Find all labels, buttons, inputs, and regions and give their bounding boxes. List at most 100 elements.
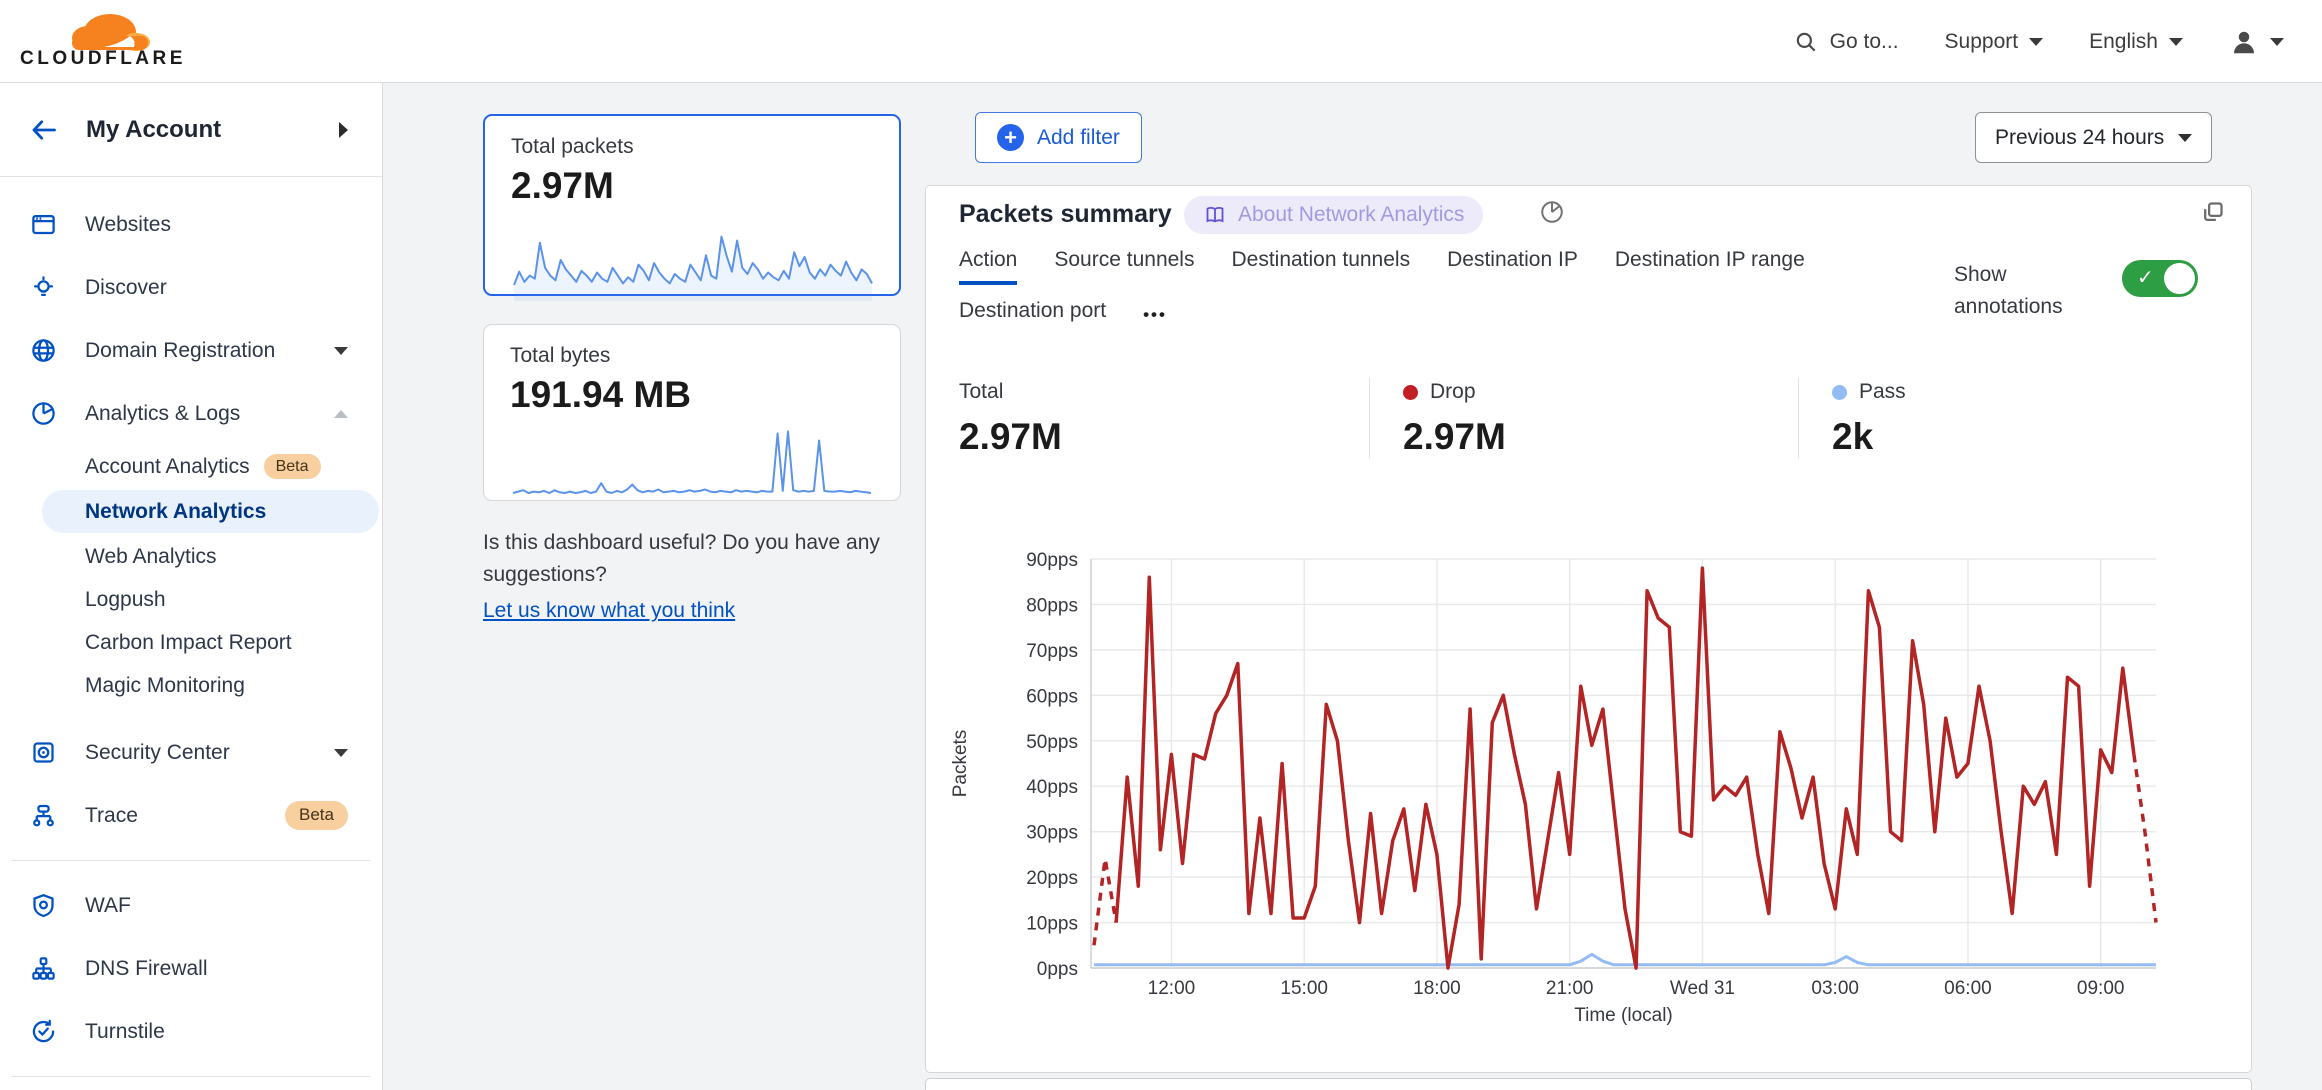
refresh-check-icon [30, 1018, 57, 1045]
panel-title: Packets summary [959, 200, 1172, 229]
beta-badge: Beta [285, 801, 348, 829]
svg-text:Wed 31: Wed 31 [1670, 978, 1735, 999]
sidebar-item-label: Analytics & Logs [85, 402, 334, 426]
tab-source-tunnels[interactable]: Source tunnels [1054, 248, 1194, 285]
expand-view-icon[interactable] [2199, 199, 2226, 226]
stat-label: Drop [1430, 380, 1476, 404]
feedback-question: Is this dashboard useful? Do you have an… [483, 531, 880, 586]
total-packets-card[interactable]: Total packets 2.97M [483, 114, 901, 296]
sidebar-item-websites[interactable]: Websites [0, 193, 382, 256]
card-label: Total packets [511, 135, 873, 159]
sidebar-item-security-center[interactable]: Security Center [0, 721, 382, 784]
stat-value: 2k [1832, 416, 2231, 458]
chevron-down-icon [2270, 38, 2284, 46]
chevron-right-icon[interactable] [339, 122, 348, 138]
svg-text:21:00: 21:00 [1546, 978, 1594, 999]
svg-text:15:00: 15:00 [1280, 978, 1328, 999]
add-filter-button[interactable]: + Add filter [975, 112, 1142, 163]
tab-destination-port[interactable]: Destination port [959, 299, 1106, 336]
sidebar-nav: Websites Discover Domain Registration [0, 177, 382, 1077]
time-range-dropdown[interactable]: Previous 24 hours [1975, 112, 2212, 163]
cloudflare-wordmark: CLOUDFLARE [18, 48, 188, 70]
svg-text:Packets: Packets [950, 730, 971, 798]
feedback-link[interactable]: Let us know what you think [483, 595, 735, 627]
tab-destination-tunnels[interactable]: Destination tunnels [1231, 248, 1410, 285]
support-menu[interactable]: Support [1945, 30, 2044, 54]
user-menu[interactable] [2229, 27, 2284, 57]
svg-text:09:00: 09:00 [2077, 978, 2125, 999]
card-label: Total bytes [510, 344, 874, 368]
sidebar-subitem-web-analytics[interactable]: Web Analytics [0, 535, 382, 578]
svg-text:30pps: 30pps [1026, 823, 1078, 844]
svg-text:10pps: 10pps [1026, 914, 1078, 935]
language-menu[interactable]: English [2089, 30, 2183, 54]
sidebar-item-label: Account Analytics [85, 455, 250, 479]
go-to-search[interactable]: Go to... [1793, 29, 1899, 55]
check-icon: ✓ [2137, 265, 2154, 290]
pass-legend-dot [1832, 385, 1847, 400]
support-label: Support [1945, 30, 2019, 54]
about-badge-label: About Network Analytics [1238, 203, 1464, 227]
sidebar-divider [12, 860, 370, 861]
sidebar-subitem-carbon-impact-report[interactable]: Carbon Impact Report [0, 621, 382, 664]
svg-text:18:00: 18:00 [1413, 978, 1461, 999]
pie-chart-icon[interactable] [1539, 199, 1565, 225]
sidebar-item-analytics-logs[interactable]: Analytics & Logs [0, 382, 382, 445]
svg-text:06:00: 06:00 [1944, 978, 1992, 999]
globe-icon [30, 337, 57, 364]
navbar-menu: Go to... Support English [1793, 0, 2284, 83]
chevron-up-icon [334, 410, 348, 418]
sidebar-item-discover[interactable]: Discover [0, 256, 382, 319]
sidebar-item-trace[interactable]: Trace Beta [0, 784, 382, 847]
chevron-down-icon [2029, 38, 2043, 46]
svg-text:60pps: 60pps [1026, 686, 1078, 707]
tab-action[interactable]: Action [959, 248, 1017, 285]
svg-text:70pps: 70pps [1026, 641, 1078, 662]
back-arrow-icon[interactable] [28, 116, 60, 144]
total-bytes-card[interactable]: Total bytes 191.94 MB [483, 324, 901, 501]
sidebar-subitem-network-analytics[interactable]: Network Analytics [42, 490, 379, 533]
tabs-more-button[interactable]: ••• [1143, 305, 1167, 331]
sidebar-item-label: Trace [85, 804, 271, 828]
about-network-analytics-badge[interactable]: About Network Analytics [1184, 196, 1483, 234]
stat-label: Pass [1859, 380, 1906, 404]
chevron-down-icon [2169, 38, 2183, 46]
svg-text:12:00: 12:00 [1148, 978, 1196, 999]
sidebar-item-label: Web Analytics [85, 545, 217, 569]
show-annotations-toggle[interactable]: ✓ [2122, 260, 2198, 297]
feedback-block: Is this dashboard useful? Do you have an… [483, 527, 913, 627]
sidebar-item-turnstile[interactable]: Turnstile [0, 1000, 382, 1063]
browser-icon [30, 211, 57, 238]
sidebar-account-header[interactable]: My Account [0, 83, 382, 177]
account-title: My Account [86, 116, 339, 144]
cloudflare-cloud-icon [18, 6, 188, 52]
sidebar-subitem-logpush[interactable]: Logpush [0, 578, 382, 621]
sidebar-item-label: Domain Registration [85, 339, 334, 363]
sidebar-subitem-magic-monitoring[interactable]: Magic Monitoring [0, 664, 382, 707]
sidebar-item-dns-firewall[interactable]: DNS Firewall [0, 937, 382, 1000]
stat-pass: Pass 2k [1798, 378, 2231, 458]
time-range-label: Previous 24 hours [1995, 126, 2164, 150]
packets-summary-panel: Packets summary About Network Analytics … [925, 185, 2252, 1073]
svg-text:40pps: 40pps [1026, 777, 1078, 798]
sidebar-item-domain-registration[interactable]: Domain Registration [0, 319, 382, 382]
card-value: 2.97M [511, 165, 873, 207]
security-center-icon [30, 739, 57, 766]
sidebar-item-label: Websites [85, 213, 348, 237]
dimension-tabs: Action Source tunnels Destination tunnels D… [959, 248, 1879, 336]
sidebar-item-label: Magic Monitoring [85, 674, 245, 698]
sidebar-item-label: Logpush [85, 588, 166, 612]
tab-destination-ip-range[interactable]: Destination IP range [1615, 248, 1805, 285]
sidebar-subitem-account-analytics[interactable]: Account Analytics Beta [0, 445, 382, 488]
stat-value: 2.97M [1403, 416, 1798, 458]
stat-drop: Drop 2.97M [1369, 378, 1798, 458]
sidebar-item-label: WAF [85, 894, 348, 918]
next-panel-top-edge [925, 1078, 2252, 1090]
show-annotations-label: Show annotations [1954, 259, 2104, 322]
sidebar-item-waf[interactable]: WAF [0, 874, 382, 937]
tab-destination-ip[interactable]: Destination IP [1447, 248, 1578, 285]
chevron-down-icon [2178, 134, 2192, 142]
stat-label: Total [959, 380, 1003, 404]
stat-value: 2.97M [959, 416, 1369, 458]
lightbulb-icon [30, 274, 57, 301]
